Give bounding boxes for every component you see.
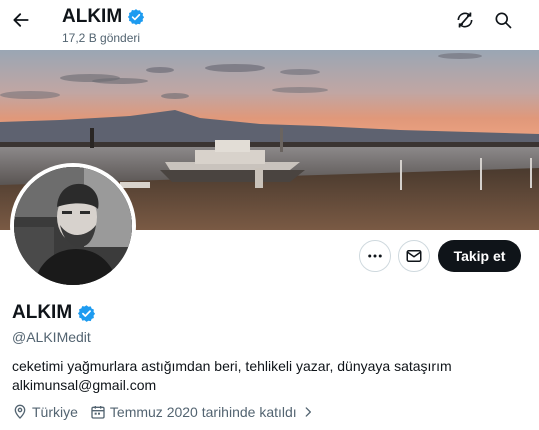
bio-text: ceketimi yağmurlara astığımdan beri, teh… bbox=[12, 358, 452, 374]
arrow-left-icon bbox=[13, 13, 29, 27]
message-button[interactable] bbox=[398, 240, 430, 272]
retweet-off-icon bbox=[457, 12, 473, 28]
search-icon bbox=[495, 12, 512, 29]
verified-badge-icon bbox=[128, 9, 145, 25]
header-name: ALKIM bbox=[62, 6, 123, 27]
more-icon bbox=[368, 254, 382, 258]
chevron-right-icon bbox=[305, 407, 311, 417]
header-title: ALKIM bbox=[62, 6, 145, 28]
display-name-text: ALKIM bbox=[12, 302, 73, 323]
back-button[interactable] bbox=[8, 7, 34, 33]
avatar[interactable] bbox=[10, 163, 136, 289]
post-count: 17,2 B gönderi bbox=[62, 31, 141, 45]
profile-meta: Türkiye Temmuz 2020 tarihinde katıldı bbox=[12, 404, 327, 420]
profile-display-name: ALKIM bbox=[12, 302, 96, 324]
profile-handle: @ALKIMedit bbox=[12, 329, 91, 345]
calendar-icon bbox=[91, 406, 105, 419]
retweet-off-button[interactable] bbox=[452, 7, 478, 33]
joined-item[interactable]: Temmuz 2020 tarihinde katıldı bbox=[90, 404, 315, 420]
profile-bio: ceketimi yağmurlara astığımdan beri, teh… bbox=[12, 357, 452, 395]
joined-text: Temmuz 2020 tarihinde katıldı bbox=[109, 404, 297, 420]
top-bar: ALKIM 17,2 B gönderi bbox=[0, 0, 539, 50]
search-button[interactable] bbox=[490, 7, 516, 33]
location-text: Türkiye bbox=[32, 404, 78, 420]
follow-button[interactable]: Takip et bbox=[438, 240, 521, 272]
location-item: Türkiye bbox=[12, 404, 78, 420]
location-pin-icon bbox=[14, 404, 26, 419]
envelope-icon bbox=[406, 250, 422, 262]
bio-email-link[interactable]: alkimunsal@gmail.com bbox=[12, 377, 156, 393]
verified-badge-icon[interactable] bbox=[77, 304, 96, 323]
more-button[interactable] bbox=[359, 240, 391, 272]
avatar-photo bbox=[14, 167, 132, 285]
